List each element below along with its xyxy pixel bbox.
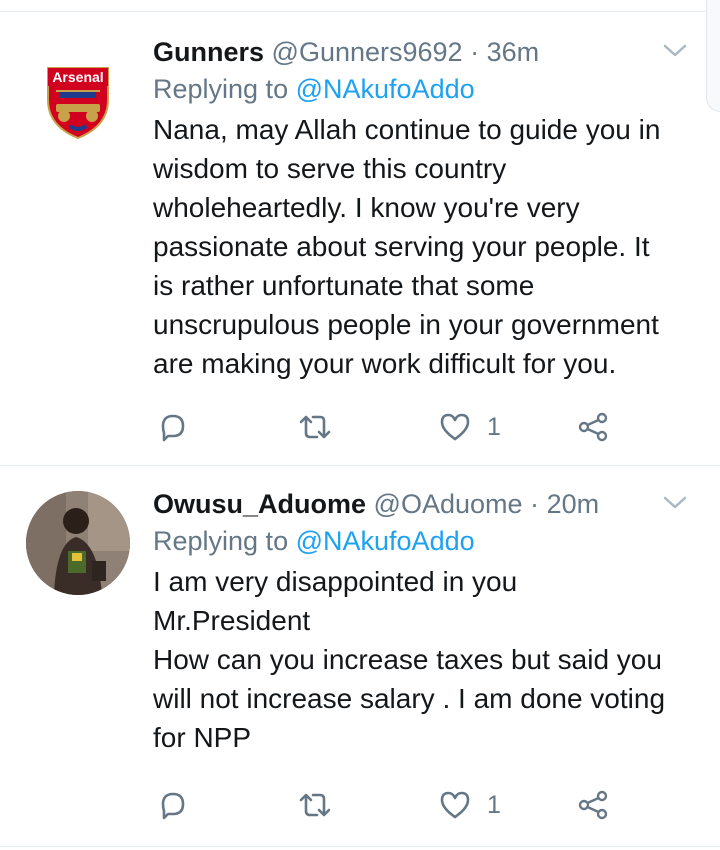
replying-prefix: Replying to bbox=[153, 74, 289, 104]
replying-to: Replying to @NAkufoAddo bbox=[153, 522, 702, 560]
like-count: 1 bbox=[487, 412, 501, 441]
share-icon bbox=[578, 790, 608, 820]
top-divider bbox=[0, 0, 720, 12]
replying-prefix: Replying to bbox=[153, 526, 289, 556]
mention-link[interactable]: @NAkufoAddo bbox=[296, 74, 475, 104]
chevron-down-icon[interactable] bbox=[662, 494, 688, 512]
arsenal-crest-icon: Arsenal bbox=[47, 67, 109, 140]
retweet-icon bbox=[299, 793, 331, 817]
display-name[interactable]: Owusu_Aduome bbox=[153, 489, 366, 519]
chevron-down-icon[interactable] bbox=[662, 42, 688, 60]
share-button[interactable] bbox=[577, 785, 609, 825]
tweet-header: Gunners @Gunners9692 · 36m bbox=[153, 34, 702, 70]
svg-text:Arsenal: Arsenal bbox=[52, 69, 103, 85]
mention-link[interactable]: @NAkufoAddo bbox=[296, 526, 475, 556]
tweet-actions: 1 bbox=[157, 785, 627, 825]
display-name[interactable]: Gunners bbox=[153, 37, 264, 67]
separator: · bbox=[470, 37, 480, 67]
timestamp[interactable]: 20m bbox=[547, 489, 600, 519]
avatar[interactable]: Arsenal bbox=[26, 42, 130, 146]
retweet-button[interactable] bbox=[297, 407, 333, 447]
user-photo-icon bbox=[26, 491, 130, 595]
reply-icon bbox=[161, 414, 185, 442]
tweet-actions: 1 bbox=[157, 407, 627, 447]
like-icon bbox=[440, 413, 470, 441]
user-handle[interactable]: @Gunners9692 bbox=[272, 37, 463, 67]
tweet-text: I am very disappointed in you Mr.Preside… bbox=[153, 566, 666, 753]
tweet-card[interactable]: Owusu_Aduome @OAduome · 20m Replying to … bbox=[0, 467, 720, 847]
reply-button[interactable] bbox=[157, 407, 189, 447]
tweet-card[interactable]: Arsenal Gunners @Gunners9692 · 36m Reply… bbox=[0, 12, 720, 466]
timestamp[interactable]: 36m bbox=[487, 37, 540, 67]
replying-to: Replying to @NAkufoAddo bbox=[153, 70, 702, 108]
share-icon bbox=[578, 412, 608, 442]
reply-icon bbox=[161, 792, 185, 820]
user-handle[interactable]: @OAduome bbox=[374, 489, 523, 519]
like-count: 1 bbox=[487, 790, 501, 819]
tweet-header: Owusu_Aduome @OAduome · 20m bbox=[153, 486, 702, 522]
retweet-button[interactable] bbox=[297, 785, 333, 825]
tweet-text: Nana, may Allah continue to guide you in… bbox=[153, 114, 661, 379]
avatar[interactable] bbox=[26, 491, 130, 595]
retweet-icon bbox=[299, 415, 331, 439]
like-button[interactable]: 1 bbox=[439, 785, 501, 825]
like-button[interactable]: 1 bbox=[439, 407, 501, 447]
share-button[interactable] bbox=[577, 407, 609, 447]
separator: · bbox=[530, 489, 540, 519]
reply-button[interactable] bbox=[157, 785, 189, 825]
like-icon bbox=[440, 791, 470, 819]
